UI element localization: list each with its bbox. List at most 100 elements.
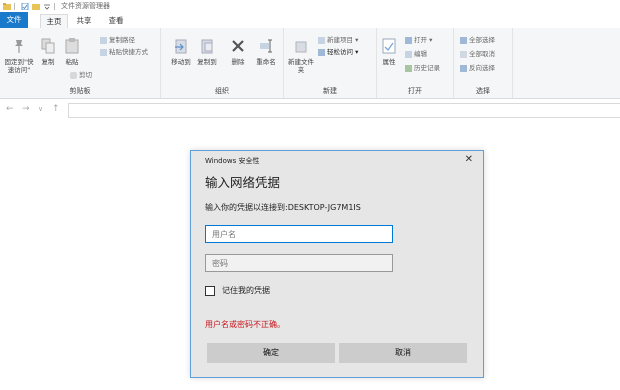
paste-button[interactable]: 粘贴 (62, 38, 82, 66)
ribbon: 固定到"快速访问" 复制 粘贴 复制路径 粘贴快捷方式 剪切 剪贴板 移动到 复… (0, 28, 620, 99)
copy-path-button[interactable]: 复制路径 (100, 36, 135, 45)
open-group-label: 打开 (408, 87, 422, 95)
rename-button[interactable]: 重命名 (253, 38, 279, 66)
scissors-icon (70, 71, 77, 79)
select-none-icon (460, 50, 467, 58)
username-input[interactable] (205, 225, 393, 243)
invert-selection-label: 反向选择 (469, 64, 495, 72)
new-group-label: 新建 (323, 87, 337, 95)
error-message: 用户名或密码不正确。 (205, 320, 285, 329)
forward-arrow-icon[interactable]: → (22, 104, 30, 114)
tab-share[interactable]: 共享 (72, 14, 96, 28)
history-label: 历史记录 (414, 64, 440, 72)
select-group-label: 选择 (476, 87, 490, 95)
new-item-icon (318, 36, 325, 44)
title-bar: 文件资源管理器 (0, 0, 620, 12)
move-to-icon (175, 39, 187, 54)
easy-access-button[interactable]: 轻松访问 ▾ (318, 48, 358, 57)
delete-x-icon (232, 40, 244, 52)
select-none-button[interactable]: 全部取消 (460, 50, 495, 59)
window-title: 文件资源管理器 (61, 2, 110, 10)
rename-label: 重命名 (256, 58, 276, 66)
open-button[interactable]: 打开 ▾ (405, 36, 432, 45)
clipboard-group: 固定到"快速访问" 复制 粘贴 复制路径 粘贴快捷方式 剪切 剪贴板 (0, 28, 161, 98)
open-icon (405, 36, 412, 44)
invert-selection-button[interactable]: 反向选择 (460, 64, 495, 73)
tab-view[interactable]: 查看 (104, 14, 128, 28)
copy-to-button[interactable]: 复制到 (195, 38, 219, 66)
clipboard-group-label: 剪贴板 (69, 87, 91, 95)
history-icon (405, 64, 412, 72)
select-all-button[interactable]: 全部选择 (460, 36, 495, 45)
edit-button[interactable]: 编辑 (405, 50, 427, 59)
ok-button[interactable]: 确定 (207, 343, 335, 363)
remember-checkbox[interactable] (205, 285, 215, 296)
paste-shortcut-icon (100, 48, 107, 56)
cancel-button[interactable]: 取消 (339, 343, 467, 363)
address-input[interactable] (68, 103, 620, 118)
new-folder-label: 新建文件夹 (288, 58, 314, 74)
copy-label: 复制 (41, 58, 55, 66)
back-arrow-icon[interactable]: ← (6, 104, 14, 114)
select-group: 全部选择 全部取消 反向选择 选择 (454, 28, 513, 98)
edit-label: 编辑 (414, 50, 427, 58)
new-folder-quick-icon[interactable] (32, 3, 40, 10)
new-folder-icon (295, 41, 307, 53)
remember-label: 记住我的凭据 (222, 286, 270, 295)
up-arrow-icon[interactable]: ↑ (52, 104, 60, 114)
password-input[interactable] (205, 254, 393, 272)
pin-icon (15, 40, 23, 53)
paste-shortcut-button[interactable]: 粘贴快捷方式 (100, 48, 148, 57)
address-bar-row: ← → ∨ ↑ (0, 99, 620, 121)
new-folder-button[interactable]: 新建文件夹 (288, 38, 314, 74)
select-all-label: 全部选择 (469, 36, 495, 44)
dialog-message: 输入你的凭据以连接到:DESKTOP-JG7M1IS (205, 203, 361, 212)
easy-access-icon (318, 48, 325, 56)
tab-file[interactable]: 文件 (0, 12, 28, 28)
cut-label: 剪切 (79, 71, 92, 79)
organize-group: 移动到 复制到 删除 重命名 组织 (161, 28, 284, 98)
rename-icon (260, 39, 272, 53)
pin-quick-access-button[interactable]: 固定到"快速访问" (2, 38, 36, 74)
properties-icon (382, 38, 396, 54)
recent-dropdown-icon[interactable]: ∨ (38, 105, 43, 113)
pin-label: 固定到"快速访问" (4, 58, 34, 74)
paste-label: 粘贴 (65, 58, 79, 66)
edit-icon (405, 50, 412, 58)
new-group: 新建文件夹 新建项目 ▾ 轻松访问 ▾ 新建 (284, 28, 377, 98)
close-icon[interactable]: ✕ (465, 154, 473, 165)
move-to-button[interactable]: 移动到 (169, 38, 193, 66)
credentials-dialog: Windows 安全性 ✕ 输入网络凭据 输入你的凭据以连接到:DESKTOP-… (190, 150, 484, 378)
properties-button[interactable]: 属性 (380, 38, 398, 66)
new-item-label: 新建项目 (327, 36, 353, 44)
organize-group-label: 组织 (215, 87, 229, 95)
cut-button[interactable]: 剪切 (70, 71, 92, 80)
copy-path-label: 复制路径 (109, 36, 135, 44)
properties-label: 属性 (382, 58, 396, 66)
select-none-label: 全部取消 (469, 50, 495, 58)
divider (14, 2, 15, 10)
chevron-down-icon: ▾ (353, 48, 359, 56)
select-all-icon (460, 36, 467, 44)
remember-credentials[interactable]: 记住我的凭据 (205, 285, 270, 296)
copy-button[interactable]: 复制 (38, 38, 58, 66)
chevron-down-icon: ▾ (427, 36, 433, 44)
copy-to-icon (201, 39, 213, 54)
dialog-title: 输入网络凭据 (205, 175, 281, 190)
invert-selection-icon (460, 64, 467, 72)
open-label: 打开 (414, 36, 427, 44)
paste-shortcut-label: 粘贴快捷方式 (109, 48, 148, 56)
properties-quick-icon[interactable] (21, 2, 29, 10)
open-group: 属性 打开 ▾ 编辑 历史记录 打开 (377, 28, 454, 98)
copy-path-icon (100, 36, 107, 44)
chevron-down-icon: ▾ (353, 36, 359, 44)
copy-to-label: 复制到 (197, 58, 217, 66)
folder-icon (3, 2, 11, 10)
ribbon-tabs: 文件 主页 共享 查看 (0, 12, 620, 30)
quick-access-dropdown-icon[interactable] (43, 3, 51, 10)
delete-button[interactable]: 删除 (227, 38, 249, 66)
dialog-caption: Windows 安全性 (205, 157, 260, 165)
move-to-label: 移动到 (171, 58, 191, 66)
new-item-button[interactable]: 新建项目 ▾ (318, 36, 358, 45)
history-button[interactable]: 历史记录 (405, 64, 440, 73)
